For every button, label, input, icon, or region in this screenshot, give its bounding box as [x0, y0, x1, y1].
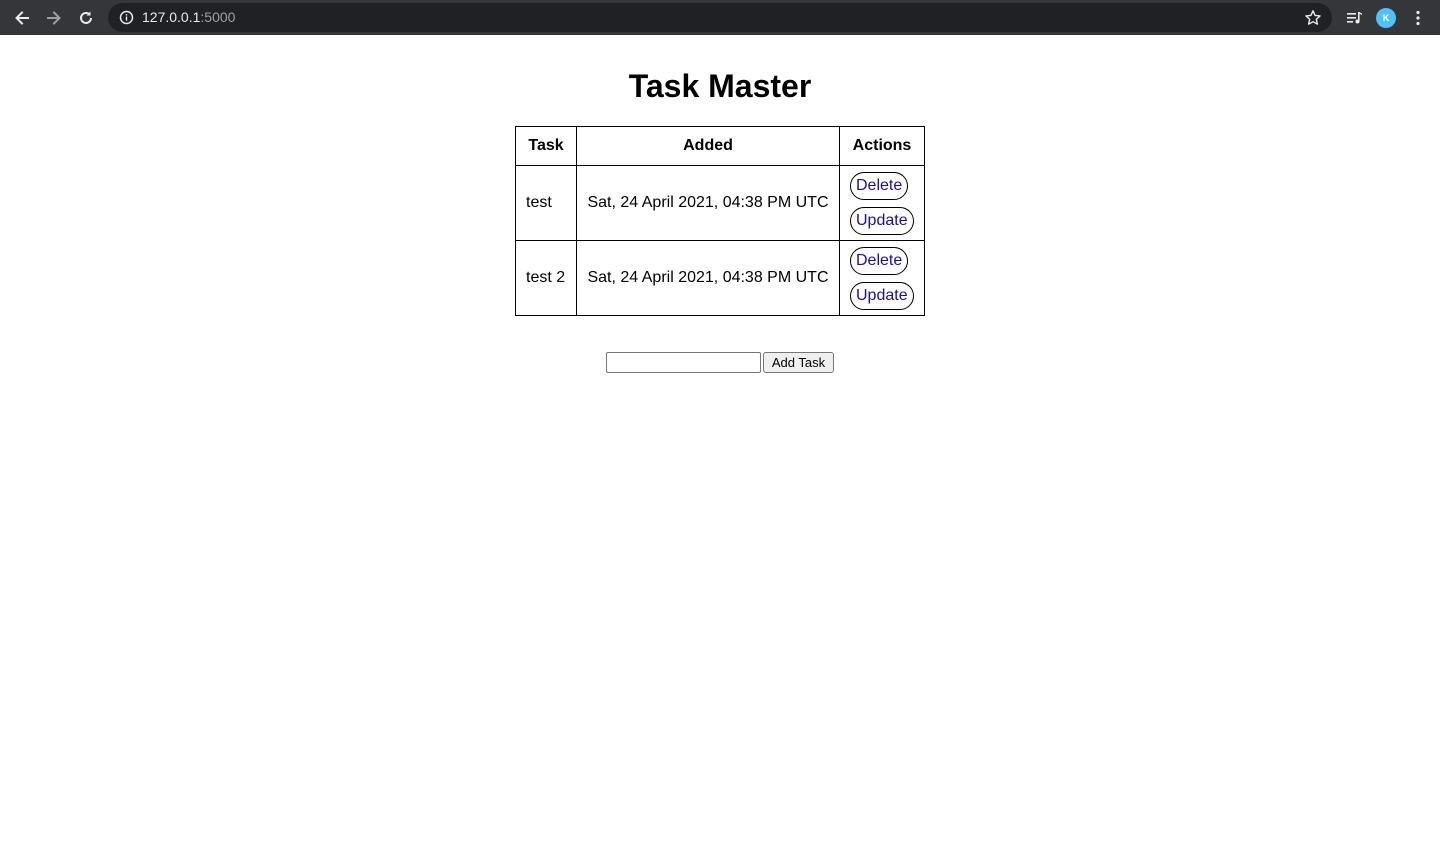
back-button[interactable] — [8, 4, 36, 32]
url-host: 127.0.0.1 — [142, 9, 201, 25]
profile-avatar-icon: K — [1376, 8, 1396, 28]
media-control-icon — [1347, 12, 1362, 24]
page-content: Task Master Task Added Actions test Sat,… — [0, 35, 1440, 857]
profile-button[interactable]: K — [1372, 4, 1400, 32]
delete-link[interactable]: Delete — [850, 246, 909, 275]
column-header-task: Task — [515, 126, 577, 166]
task-added-cell: Sat, 24 April 2021, 04:38 PM UTC — [576, 165, 840, 241]
table-row: test 2 Sat, 24 April 2021, 04:38 PM UTC … — [515, 240, 925, 316]
column-header-actions: Actions — [839, 126, 925, 166]
media-control-button[interactable] — [1340, 4, 1368, 32]
reload-icon — [80, 11, 92, 24]
address-bar[interactable]: 127.0.0.1:5000 — [108, 3, 1332, 32]
add-task-button[interactable]: Add Task — [763, 352, 834, 373]
forward-button[interactable] — [40, 4, 68, 32]
task-actions-cell: Delete Update — [839, 165, 925, 241]
update-link[interactable]: Update — [850, 206, 914, 235]
reload-button[interactable] — [72, 4, 100, 32]
page-title: Task Master — [628, 68, 812, 104]
url-port: :5000 — [200, 9, 236, 25]
info-icon[interactable] — [119, 10, 134, 25]
task-table: Task Added Actions test Sat, 24 April 20… — [515, 126, 925, 316]
browser-menu-button[interactable] — [1404, 4, 1432, 32]
task-name-cell: test — [515, 165, 577, 241]
forward-arrow-icon — [47, 11, 61, 25]
task-content-input[interactable] — [606, 352, 761, 373]
browser-toolbar: 127.0.0.1:5000 K — [0, 0, 1440, 35]
column-header-added: Added — [576, 126, 840, 166]
task-name-cell: test 2 — [515, 240, 577, 316]
task-added-cell: Sat, 24 April 2021, 04:38 PM UTC — [576, 240, 840, 316]
update-link[interactable]: Update — [850, 281, 914, 310]
kebab-menu-icon — [1416, 10, 1420, 26]
star-icon[interactable] — [1304, 9, 1322, 27]
table-header-row: Task Added Actions — [515, 126, 925, 166]
url-text[interactable]: 127.0.0.1:5000 — [142, 3, 235, 32]
back-arrow-icon — [15, 11, 29, 25]
table-row: test Sat, 24 April 2021, 04:38 PM UTC De… — [515, 165, 925, 241]
task-actions-cell: Delete Update — [839, 240, 925, 316]
delete-link[interactable]: Delete — [850, 171, 909, 200]
